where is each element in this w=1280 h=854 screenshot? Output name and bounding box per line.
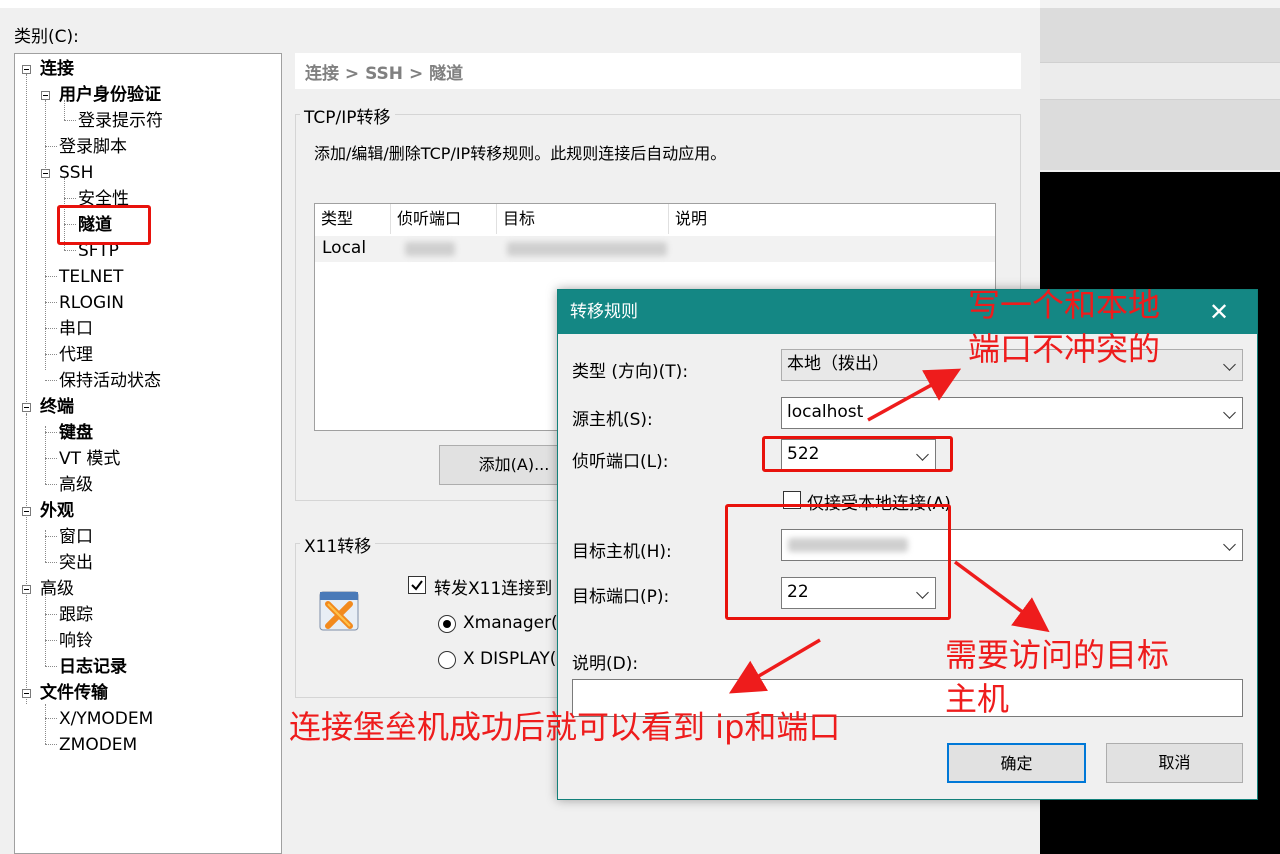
target-host-label: 目标主机(H): [572, 542, 672, 562]
highlight-box-tunneling [57, 205, 151, 245]
target-port-label: 目标端口(P): [572, 587, 670, 607]
table-row[interactable]: Local [315, 236, 995, 262]
tree-item-logging[interactable]: 日志记录 [59, 656, 127, 678]
dialog-top-edge [0, 0, 1040, 8]
chevron-down-icon [1223, 358, 1236, 371]
tree-item-terminal[interactable]: 终端 [40, 396, 74, 418]
annotation-bastion: 连接堡垒机成功后就可以看到 ip和端口 [289, 708, 841, 746]
expand-collapse-icon[interactable] [22, 507, 31, 516]
annotation-target-2: 主机 [945, 680, 1010, 718]
highlight-box-target [725, 504, 951, 620]
tree-item-authentication[interactable]: 用户身份验证 [59, 84, 161, 106]
expand-collapse-icon[interactable] [22, 689, 31, 698]
tree-item-zmodem[interactable]: ZMODEM [59, 734, 137, 756]
redacted-listen-port [405, 242, 455, 256]
tree-item-keep-alive[interactable]: 保持活动状态 [59, 370, 161, 392]
column-header-type[interactable]: 类型 [315, 204, 391, 234]
breadcrumb: 连接 > SSH > 隧道 [295, 53, 1021, 89]
background-window-strip [1040, 0, 1280, 8]
highlight-box-listen-port [762, 436, 953, 472]
tree-item-highlight[interactable]: 突出 [59, 552, 93, 574]
tree-item-rlogin[interactable]: RLOGIN [59, 292, 124, 314]
tree-item-terminal-advanced[interactable]: 高级 [59, 474, 93, 496]
tree-item-login-prompts[interactable]: 登录提示符 [78, 110, 163, 132]
annotation-target-1: 需要访问的目标 [945, 636, 1170, 674]
xmanager-radio-label: Xmanager( [463, 613, 558, 633]
forward-x11-label: 转发X11连接到 [434, 579, 553, 599]
x11-group-title: X11转移 [300, 532, 376, 557]
expand-collapse-icon[interactable] [41, 91, 50, 100]
tree-item-login-scripts[interactable]: 登录脚本 [59, 136, 127, 158]
x-display-radio[interactable] [438, 651, 456, 669]
column-header-target[interactable]: 目标 [497, 204, 669, 234]
xmanager-radio[interactable] [438, 615, 456, 633]
listen-port-label: 侦听端口(L): [572, 452, 669, 472]
expand-collapse-icon[interactable] [22, 585, 31, 594]
tcpip-group-title: TCP/IP转移 [300, 103, 395, 128]
category-tree[interactable]: 连接 用户身份验证 登录提示符 登录脚本 SSH 安全性 隧道 SFTP TEL… [14, 53, 282, 854]
tree-item-connection[interactable]: 连接 [40, 58, 74, 80]
tree-item-advanced[interactable]: 高级 [40, 578, 74, 600]
description-label: 说明(D): [572, 654, 639, 674]
tree-item-appearance[interactable]: 外观 [40, 500, 74, 522]
annotation-local-port-1: 写一个和本地 [968, 286, 1161, 324]
chevron-down-icon [1223, 538, 1236, 551]
tree-item-trace[interactable]: 跟踪 [59, 604, 93, 626]
tree-item-serial[interactable]: 串口 [59, 318, 93, 340]
source-host-select[interactable]: localhost [781, 397, 1243, 429]
category-label: 类别(C): [14, 27, 79, 47]
tcpip-description: 添加/编辑/删除TCP/IP转移规则。此规则连接后自动应用。 [314, 144, 727, 163]
expand-collapse-icon[interactable] [22, 403, 31, 412]
cancel-button[interactable]: 取消 [1106, 743, 1243, 783]
background-window-toolbar [1040, 62, 1280, 100]
tree-item-telnet[interactable]: TELNET [59, 266, 123, 288]
type-select-value: 本地（拨出） [787, 354, 889, 374]
expand-collapse-icon[interactable] [22, 65, 31, 74]
annotation-local-port-2: 端口不冲突的 [968, 330, 1161, 368]
source-host-label: 源主机(S): [572, 410, 653, 430]
tree-item-proxy[interactable]: 代理 [59, 344, 93, 366]
tree-item-vt-mode[interactable]: VT 模式 [59, 448, 120, 470]
tree-item-ssh[interactable]: SSH [59, 162, 93, 184]
tree-item-bell[interactable]: 响铃 [59, 630, 93, 652]
expand-collapse-icon[interactable] [41, 169, 50, 178]
xmanager-icon [319, 591, 359, 631]
tree-item-window[interactable]: 窗口 [59, 526, 93, 548]
forward-x11-checkbox[interactable] [408, 576, 426, 594]
tree-item-keyboard[interactable]: 键盘 [59, 422, 93, 444]
tree-item-file-transfer[interactable]: 文件传输 [40, 682, 108, 704]
ok-button[interactable]: 确定 [947, 743, 1086, 783]
type-label: 类型 (方向)(T): [572, 362, 689, 382]
x-display-radio-label: X DISPLAY( [463, 649, 557, 669]
column-header-listen-port[interactable]: 侦听端口 [391, 204, 497, 234]
column-header-description[interactable]: 说明 [669, 204, 995, 234]
source-host-value: localhost [787, 402, 864, 422]
close-icon[interactable]: ✕ [1207, 300, 1231, 324]
tree-item-xymodem[interactable]: X/YMODEM [59, 708, 153, 730]
row-type-cell: Local [322, 238, 367, 258]
redacted-target [507, 242, 667, 256]
chevron-down-icon [1223, 406, 1236, 419]
